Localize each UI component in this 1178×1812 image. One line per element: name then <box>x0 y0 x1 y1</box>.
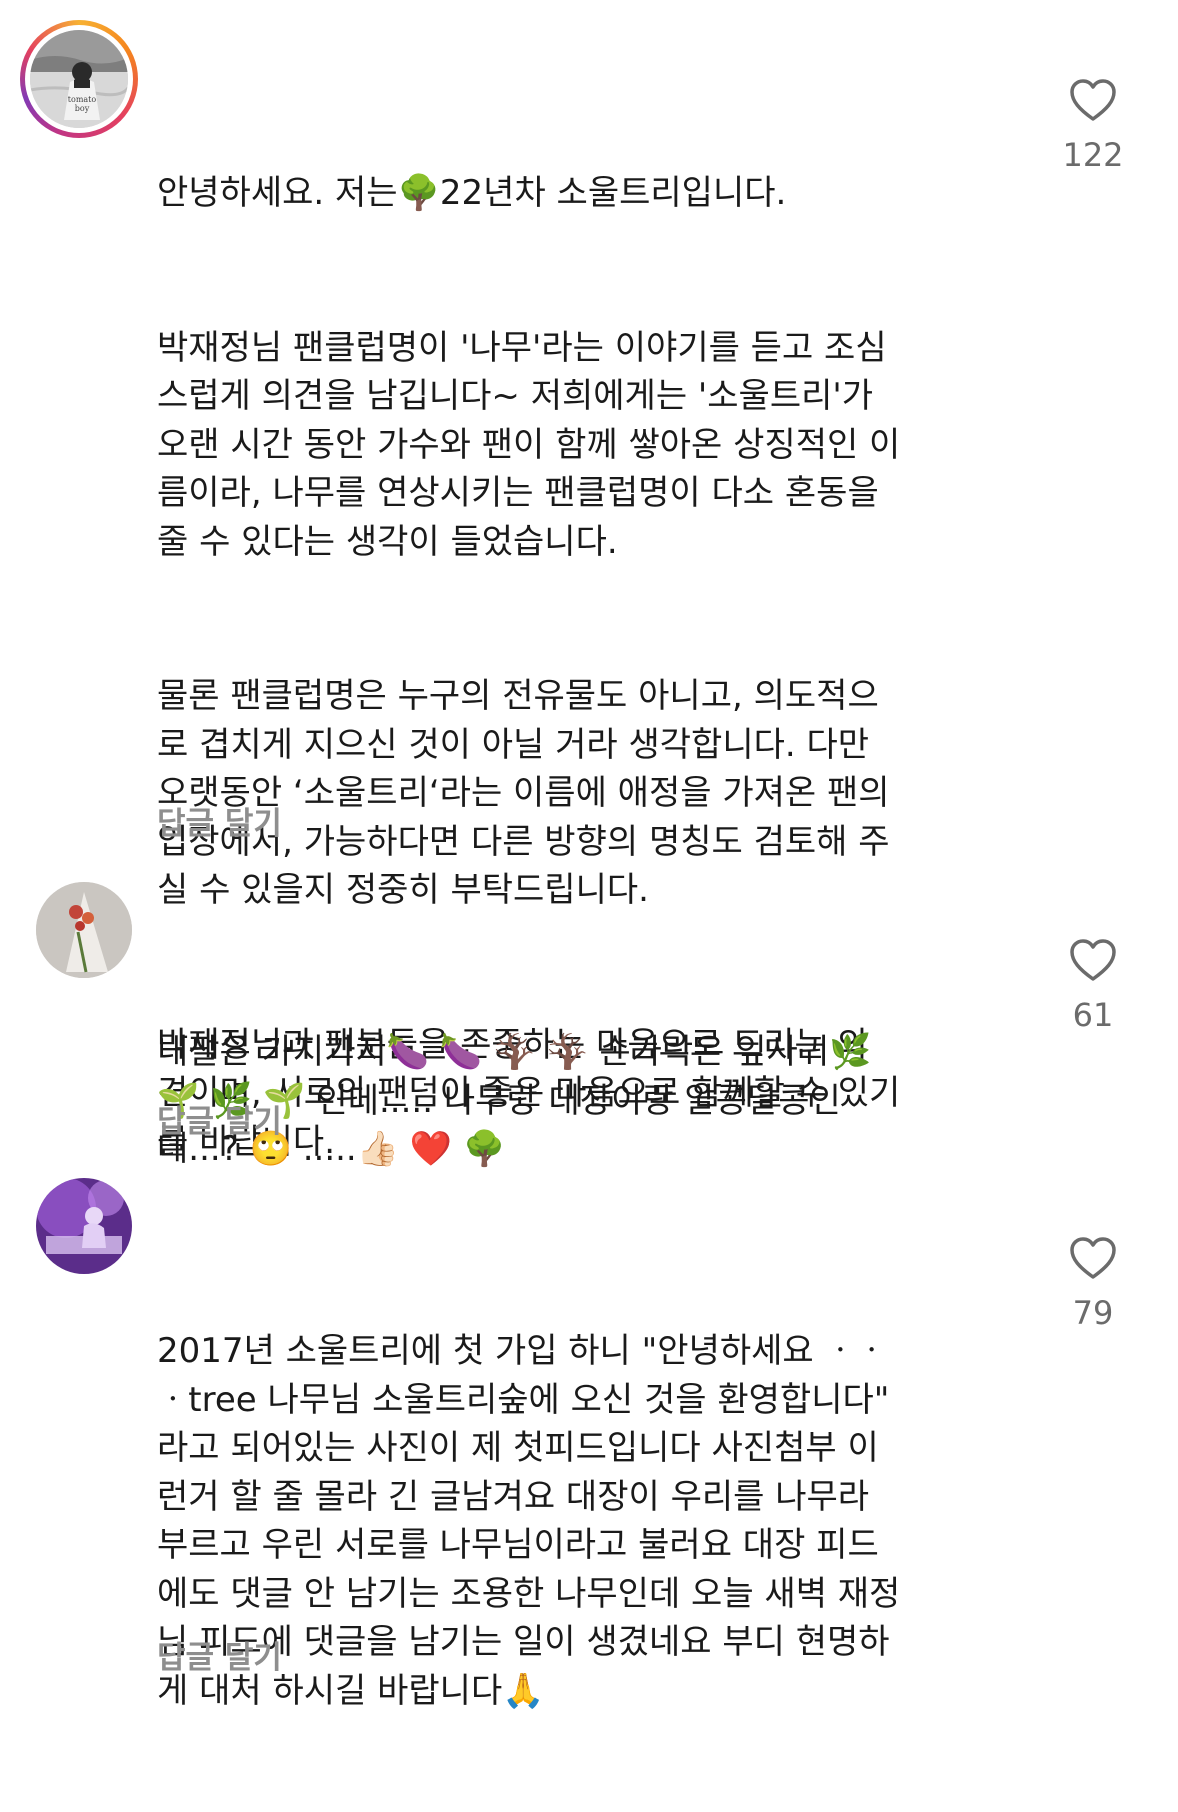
like-button[interactable]: 122 <box>1038 78 1148 174</box>
comment-paragraph: 물론 팬클럽명은 누구의 전유물도 아니고, 의도적으 로 겹치게 지으신 것이… <box>157 676 890 910</box>
avatar-story-ring[interactable]: tomato boy <box>20 20 138 138</box>
svg-text:boy: boy <box>75 104 90 113</box>
comment-paragraph: 박재정님 팬클럽명이 '나무'라는 이야기를 듣고 조심 스럽게 의견을 남깁니… <box>157 327 901 562</box>
comment-paragraph: 2017년 소울트리에 첫 가입 하니 "안녕하세요 ㆍㆍ ㆍtree 나무님 … <box>157 1331 901 1711</box>
reply-button[interactable]: 답글 달기 <box>157 798 282 843</box>
heart-icon <box>1070 939 1116 981</box>
heart-icon <box>1070 1237 1116 1279</box>
like-count: 79 <box>1072 1294 1114 1332</box>
avatar[interactable] <box>36 1178 132 1274</box>
like-button[interactable]: 61 <box>1038 938 1148 1034</box>
avatar[interactable] <box>36 882 132 978</box>
reply-button[interactable]: 답글 달기 <box>157 1632 282 1677</box>
comment-paragraph: 내팔은 가지가지🍆 🍆 🪾 🪾 손가락은 잎사귀🌿 🌱 🌿 🌱 인데..... … <box>157 1032 872 1169</box>
heart-icon <box>1070 79 1116 121</box>
comment-paragraph: 안녕하세요. 저는🌳22년차 소울트리입니다. <box>157 173 787 213</box>
avatar: tomato boy <box>30 30 128 128</box>
comment-text: 2017년 소울트리에 첫 가입 하니 "안녕하세요 ㆍㆍ ㆍtree 나무님 … <box>157 1230 1027 1812</box>
comment-text: 내팔은 가지가지🍆 🍆 🪾 🪾 손가락은 잎사귀🌿 🌱 🌿 🌱 인데..... … <box>157 931 1027 1271</box>
like-button[interactable]: 79 <box>1038 1236 1148 1332</box>
like-count: 122 <box>1062 136 1124 174</box>
like-count: 61 <box>1072 996 1114 1034</box>
reply-button[interactable]: 답글 달기 <box>157 1096 282 1141</box>
svg-text:tomato: tomato <box>68 95 97 104</box>
